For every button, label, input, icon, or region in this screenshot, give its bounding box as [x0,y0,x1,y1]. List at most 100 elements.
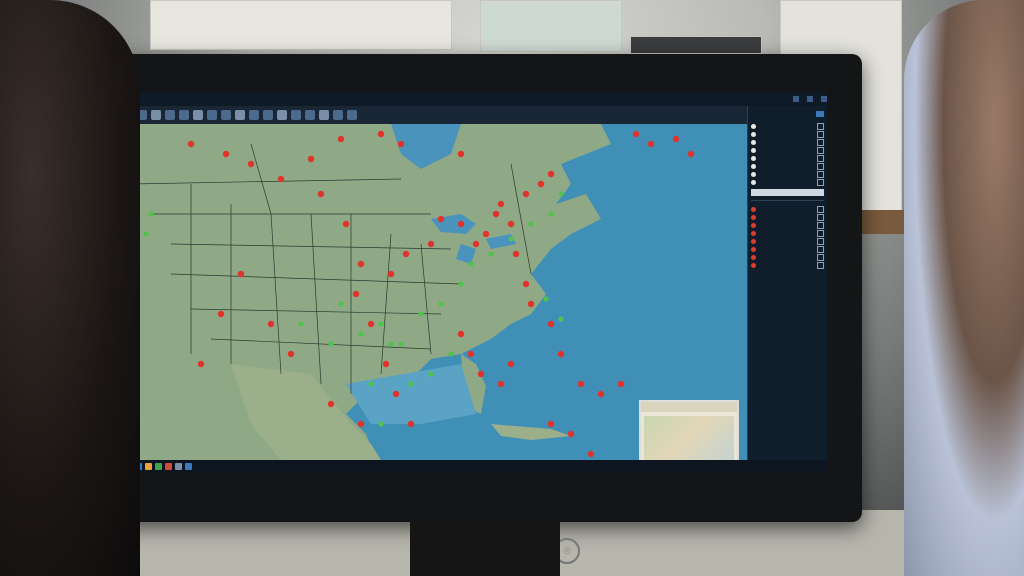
alert-checkbox[interactable] [817,245,824,253]
cleared-marker[interactable] [543,296,549,302]
taskbar-app-icon[interactable] [165,462,172,470]
alert-checkbox[interactable] [817,237,824,245]
incident-marker[interactable] [307,155,315,163]
win-close-button[interactable] [821,96,827,102]
incident-marker[interactable] [267,320,275,328]
alert-row[interactable] [751,253,824,261]
incident-marker[interactable] [402,250,410,258]
incident-marker[interactable] [687,150,695,158]
incident-marker[interactable] [222,150,230,158]
incident-marker[interactable] [392,390,400,398]
alert-row[interactable] [751,205,824,213]
tool-button-10[interactable] [277,110,287,120]
incident-marker[interactable] [287,350,295,358]
incident-marker[interactable] [672,135,680,143]
incident-marker[interactable] [512,250,520,258]
incident-marker[interactable] [477,370,485,378]
layer-checkbox[interactable] [817,138,824,146]
incident-marker[interactable] [407,420,415,428]
incident-marker[interactable] [597,390,605,398]
layer-row[interactable] [751,162,824,170]
tool-button-13[interactable] [319,110,329,120]
cleared-marker[interactable] [558,191,564,197]
tool-button-15[interactable] [347,110,357,120]
tool-button-3[interactable] [179,110,189,120]
layer-checkbox[interactable] [817,178,824,186]
incident-marker[interactable] [367,320,375,328]
incident-marker[interactable] [507,220,515,228]
cleared-marker[interactable] [378,321,384,327]
cleared-marker[interactable] [548,211,554,217]
alert-checkbox[interactable] [817,205,824,213]
layer-row[interactable] [751,178,824,186]
layer-checkbox[interactable] [817,154,824,162]
incident-marker[interactable] [472,240,480,248]
map-view[interactable] [131,124,747,460]
cleared-marker[interactable] [448,351,454,357]
cleared-marker[interactable] [388,341,394,347]
incident-marker[interactable] [617,380,625,388]
alert-checkbox[interactable] [817,221,824,229]
incident-marker[interactable] [482,230,490,238]
incident-marker[interactable] [577,380,585,388]
alert-row[interactable] [751,229,824,237]
incident-marker[interactable] [567,430,575,438]
incident-marker[interactable] [632,130,640,138]
tool-button-2[interactable] [165,110,175,120]
cleared-marker[interactable] [558,316,564,322]
layer-row[interactable] [751,122,824,130]
cleared-marker[interactable] [528,221,534,227]
incident-marker[interactable] [557,350,565,358]
incident-marker[interactable] [547,320,555,328]
incident-marker[interactable] [492,210,500,218]
incident-marker[interactable] [522,190,530,198]
alert-checkbox[interactable] [817,253,824,261]
incident-marker[interactable] [337,135,345,143]
tool-button-11[interactable] [291,110,301,120]
cleared-marker[interactable] [378,421,384,427]
win-minimize-button[interactable] [793,96,799,102]
incident-marker[interactable] [427,240,435,248]
tool-button-9[interactable] [263,110,273,120]
incident-marker[interactable] [327,400,335,408]
tool-button-8[interactable] [249,110,259,120]
incident-marker[interactable] [537,180,545,188]
cleared-marker[interactable] [438,301,444,307]
tool-button-4[interactable] [193,110,203,120]
incident-marker[interactable] [357,260,365,268]
incident-marker[interactable] [342,220,350,228]
tool-button-7[interactable] [235,110,245,120]
incident-marker[interactable] [387,270,395,278]
layer-row[interactable] [751,138,824,146]
incident-marker[interactable] [317,190,325,198]
win-maximize-button[interactable] [807,96,813,102]
incident-marker[interactable] [497,380,505,388]
cleared-marker[interactable] [508,236,514,242]
layer-row[interactable] [751,130,824,138]
layer-row[interactable] [751,170,824,178]
alert-row[interactable] [751,221,824,229]
cleared-marker[interactable] [418,311,424,317]
cleared-marker[interactable] [488,251,494,257]
cleared-marker[interactable] [143,231,149,237]
tool-button-12[interactable] [305,110,315,120]
panel-menu-button[interactable] [816,111,824,117]
tool-button-1[interactable] [151,110,161,120]
incident-marker[interactable] [522,280,530,288]
tool-button-5[interactable] [207,110,217,120]
alert-checkbox[interactable] [817,261,824,269]
cleared-marker[interactable] [368,381,374,387]
incident-marker[interactable] [352,290,360,298]
incident-marker[interactable] [647,140,655,148]
alert-checkbox[interactable] [817,213,824,221]
incident-marker[interactable] [187,140,195,148]
incident-marker[interactable] [507,360,515,368]
inset-overview-map[interactable] [639,400,739,460]
layer-checkbox[interactable] [817,122,824,130]
incident-marker[interactable] [217,310,225,318]
layer-checkbox[interactable] [817,146,824,154]
layer-checkbox[interactable] [817,170,824,178]
cleared-marker[interactable] [358,331,364,337]
incident-marker[interactable] [437,215,445,223]
alert-row[interactable] [751,261,824,269]
